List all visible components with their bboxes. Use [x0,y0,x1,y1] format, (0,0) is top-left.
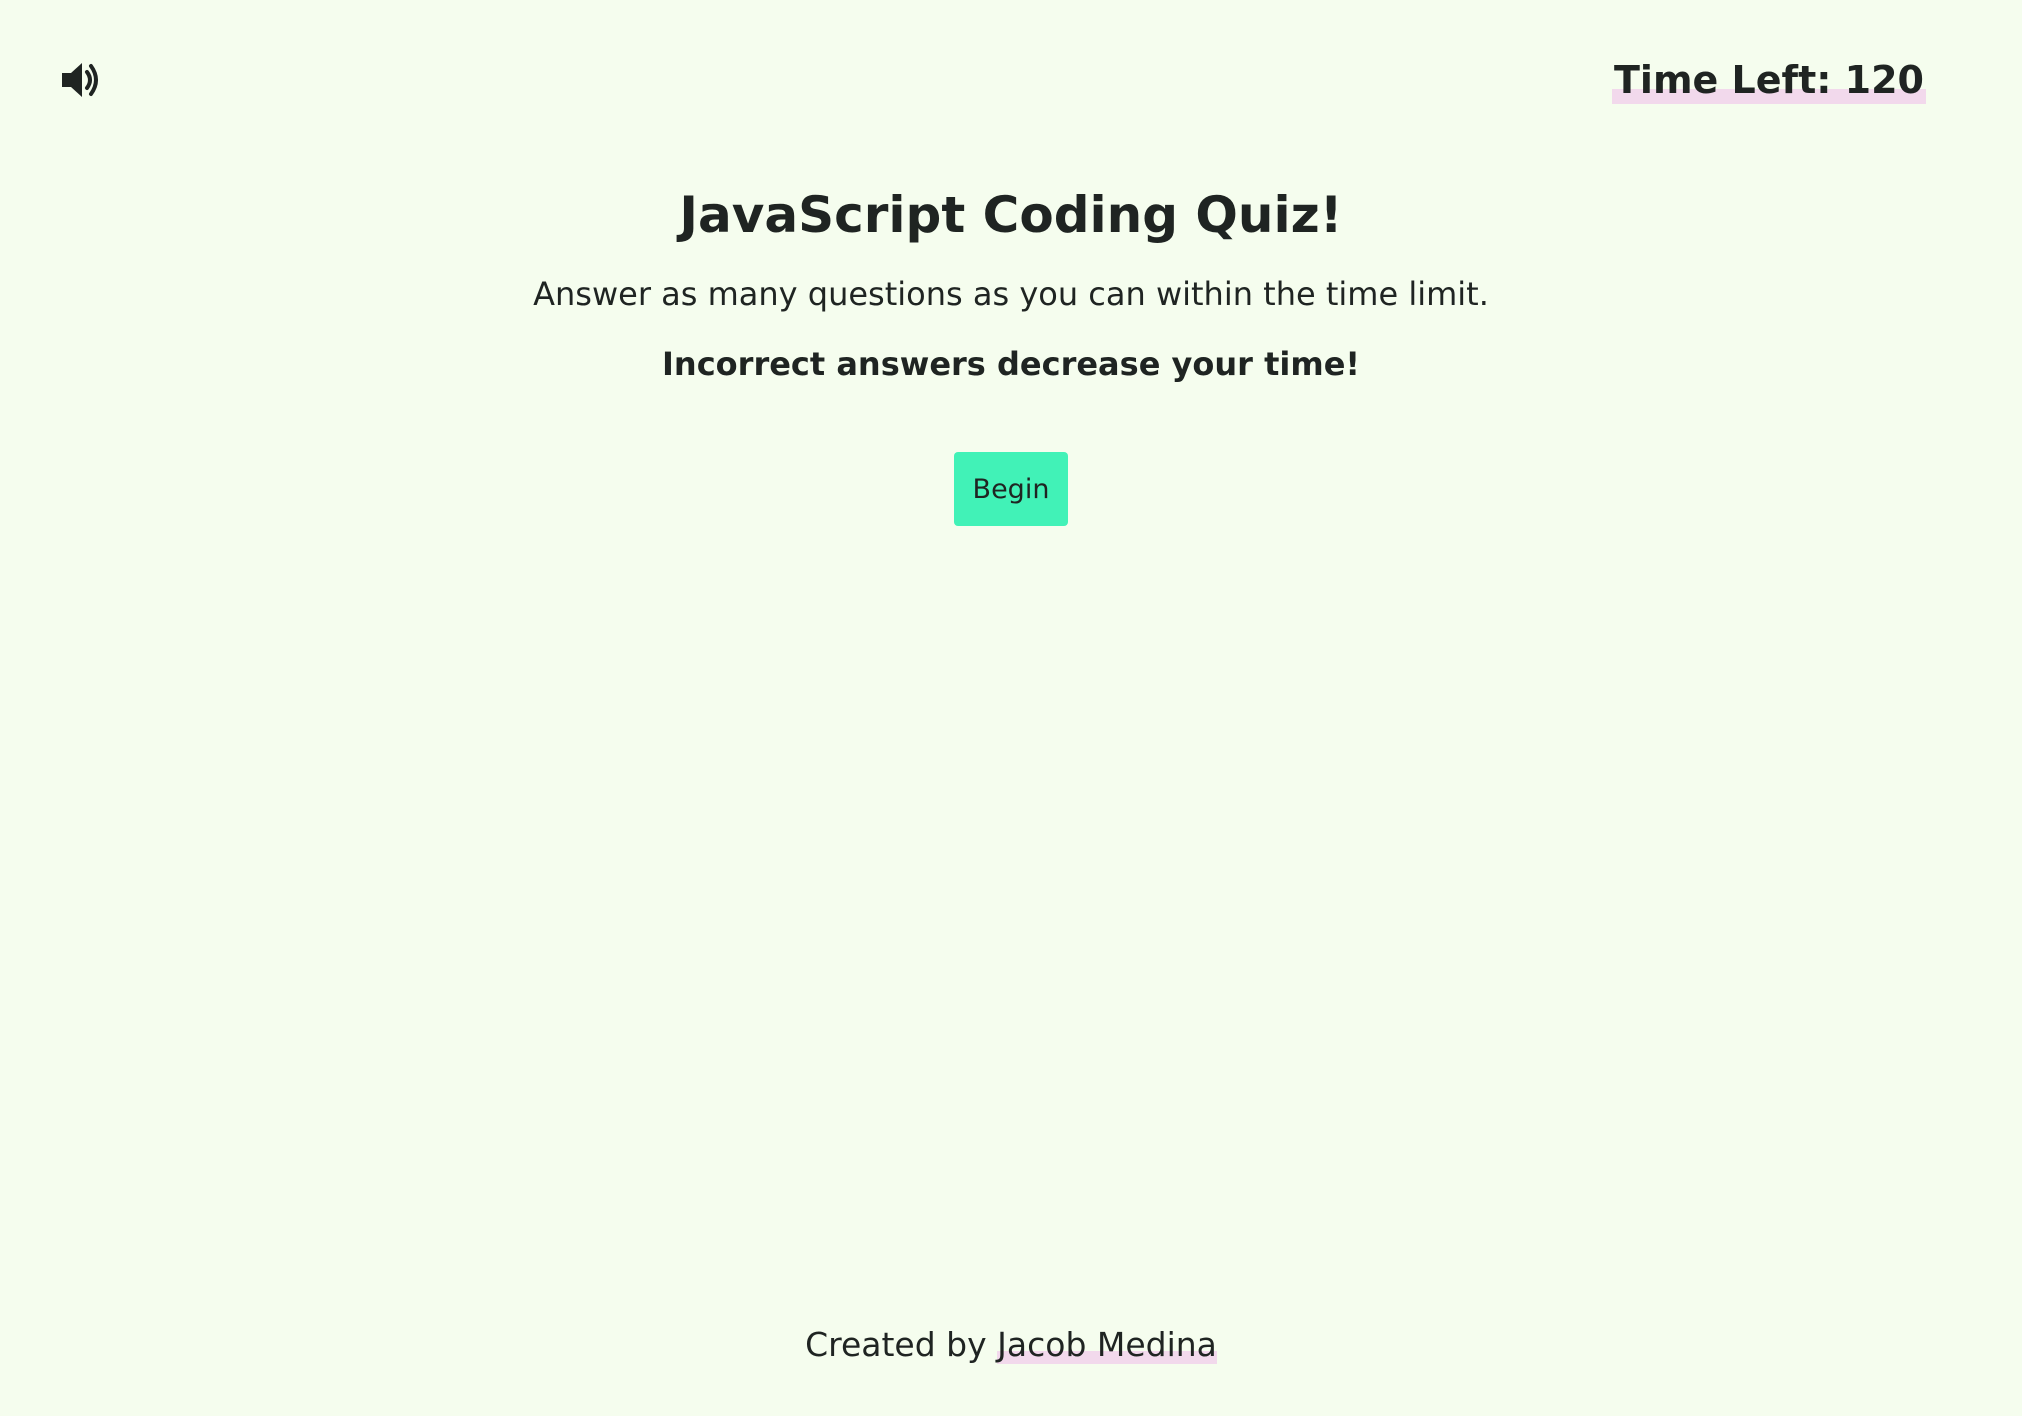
footer-prefix: Created by [805,1325,987,1364]
begin-button[interactable]: Begin [954,452,1068,526]
penalty-warning: Incorrect answers decrease your time! [662,345,1360,383]
footer: Created by Jacob Medina [0,1322,2022,1368]
time-left-display: Time Left: 120 [1612,56,1926,104]
page-title: JavaScript Coding Quiz! [679,186,1343,244]
author-link[interactable]: Jacob Medina [997,1325,1217,1364]
volume-up-icon [62,63,98,97]
quiz-intro: JavaScript Coding Quiz! Answer as many q… [0,180,2022,526]
instructions-text: Answer as many questions as you can with… [533,275,1489,313]
sound-toggle-button[interactable] [58,58,102,102]
